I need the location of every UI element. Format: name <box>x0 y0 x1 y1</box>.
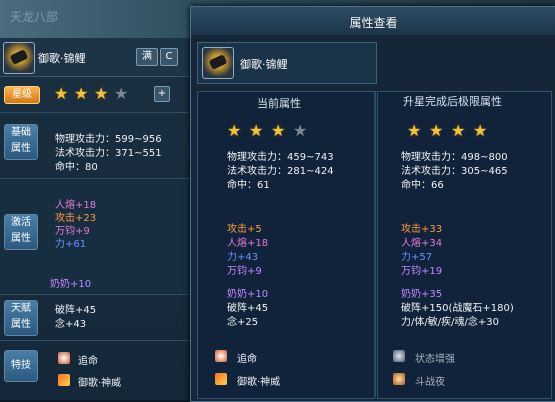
basic-attr-label: 基础 属性 <box>4 124 38 160</box>
cur-skill-name-1: 追命 <box>237 354 257 365</box>
star-icon: ★ <box>74 84 89 103</box>
upgrade-header: 升星完成后极限属性 <box>403 95 502 108</box>
star-icon: ★ <box>429 121 444 140</box>
left-panel: 御歌·锦鲤 满 C 星级 ★ ★ ★ ★ + 基础 属性 物理攻击力：599~956 法… <box>0 38 191 400</box>
cur-stat-3: 命中：61 <box>227 180 270 191</box>
refresh-button[interactable]: C <box>160 48 178 66</box>
activate-attr-label: 激活 属性 <box>4 214 38 250</box>
up-skill-name-1: 状态增强 <box>415 354 455 365</box>
activate-stat-4: 力+61 <box>55 239 87 250</box>
star-icon: ★ <box>407 121 422 140</box>
basic-stat-2: 法术攻击力：371~551 <box>55 148 162 159</box>
up-skill-name-2: 斗战夜 <box>415 377 445 388</box>
skill-label: 特技 <box>4 350 38 382</box>
cur-skill-icon-2[interactable] <box>215 373 227 385</box>
extra2-stat-1: 破阵+45 <box>227 303 269 314</box>
pet-icon <box>3 42 35 74</box>
window-titlebar: 属性查看 <box>191 7 555 35</box>
skill-icon-2[interactable] <box>58 374 70 386</box>
window-pet-header: 御歌·锦鲤 <box>197 42 377 84</box>
star-icon: ★ <box>114 84 129 103</box>
add-star-button[interactable]: + <box>154 86 170 102</box>
star-icon: ★ <box>227 121 242 140</box>
talent-attr-label: 天赋 属性 <box>4 300 38 336</box>
extra2-stat-1: 破阵+150(战魔石+180) <box>401 303 514 314</box>
current-header: 当前属性 <box>257 97 301 110</box>
up-skill-icon-2[interactable] <box>393 373 405 385</box>
star-icon: ★ <box>271 121 286 140</box>
up-stat-3: 命中：66 <box>401 180 444 191</box>
cur-stat-2: 法术攻击力：281~424 <box>227 166 334 177</box>
up-skill-icon-1[interactable] <box>393 350 405 362</box>
talent-stat-2: 念+43 <box>55 319 87 330</box>
window-pet-icon <box>202 47 234 79</box>
extra-stat-2: 力+57 <box>401 252 433 263</box>
pet-name: 御歌·锦鲤 <box>38 52 86 65</box>
attribute-window: 属性查看 御歌·锦鲤 当前属性 升星完成后极限属性 ★ ★ ★ ★ ★ ★ ★ ★ 物理攻击… <box>190 6 555 402</box>
watermark: 天龙八部 <box>10 10 59 24</box>
skill-name-2: 御歌·神威 <box>78 378 122 389</box>
star-icon: ★ <box>54 84 69 103</box>
extra2-stat-2: 念+25 <box>227 317 259 328</box>
extra2-stat-2: 力/体/敏/疾/魂/念+30 <box>401 317 499 328</box>
basic-stat-3: 命中：80 <box>55 162 98 173</box>
cur-stat-1: 物理攻击力：459~743 <box>227 152 334 163</box>
star-icon: ★ <box>451 121 466 140</box>
extra-stat-2: 力+43 <box>227 252 259 263</box>
star-icon: ★ <box>473 121 488 140</box>
talent-stat-1: 破阵+45 <box>55 305 97 316</box>
extra-stat-1: 人熔+34 <box>401 238 443 249</box>
extra-stat-0: 攻击+5 <box>227 224 262 235</box>
column-divider <box>374 91 376 397</box>
activate-extra: 奶奶+10 <box>50 279 92 290</box>
skill-name-1: 追命 <box>78 356 98 367</box>
extra-stat-1: 人熔+18 <box>227 238 269 249</box>
extra-stat-3: 万钧+19 <box>401 266 443 277</box>
full-button[interactable]: 满 <box>136 48 158 66</box>
up-stat-2: 法术攻击力：305~465 <box>401 166 508 177</box>
star-icon: ★ <box>94 84 109 103</box>
basic-stat-1: 物理攻击力：599~956 <box>55 134 162 145</box>
window-title: 属性查看 <box>349 16 398 30</box>
cur-skill-icon-1[interactable] <box>215 350 227 362</box>
extra2-stat-0: 奶奶+10 <box>227 289 269 300</box>
star-icon: ★ <box>293 121 308 140</box>
window-pet-name: 御歌·锦鲤 <box>240 58 288 71</box>
extra-stat-3: 万钧+9 <box>227 266 262 277</box>
extra2-stat-0: 奶奶+35 <box>401 289 443 300</box>
skill-icon-1[interactable] <box>58 352 70 364</box>
star-icon: ★ <box>249 121 264 140</box>
extra-stat-0: 攻击+33 <box>401 224 443 235</box>
pet-header: 御歌·锦鲤 满 C <box>0 38 190 77</box>
up-stat-1: 物理攻击力：498~800 <box>401 152 508 163</box>
star-level-label: 星级 <box>4 86 40 104</box>
cur-skill-name-2: 御歌·神威 <box>237 377 281 388</box>
